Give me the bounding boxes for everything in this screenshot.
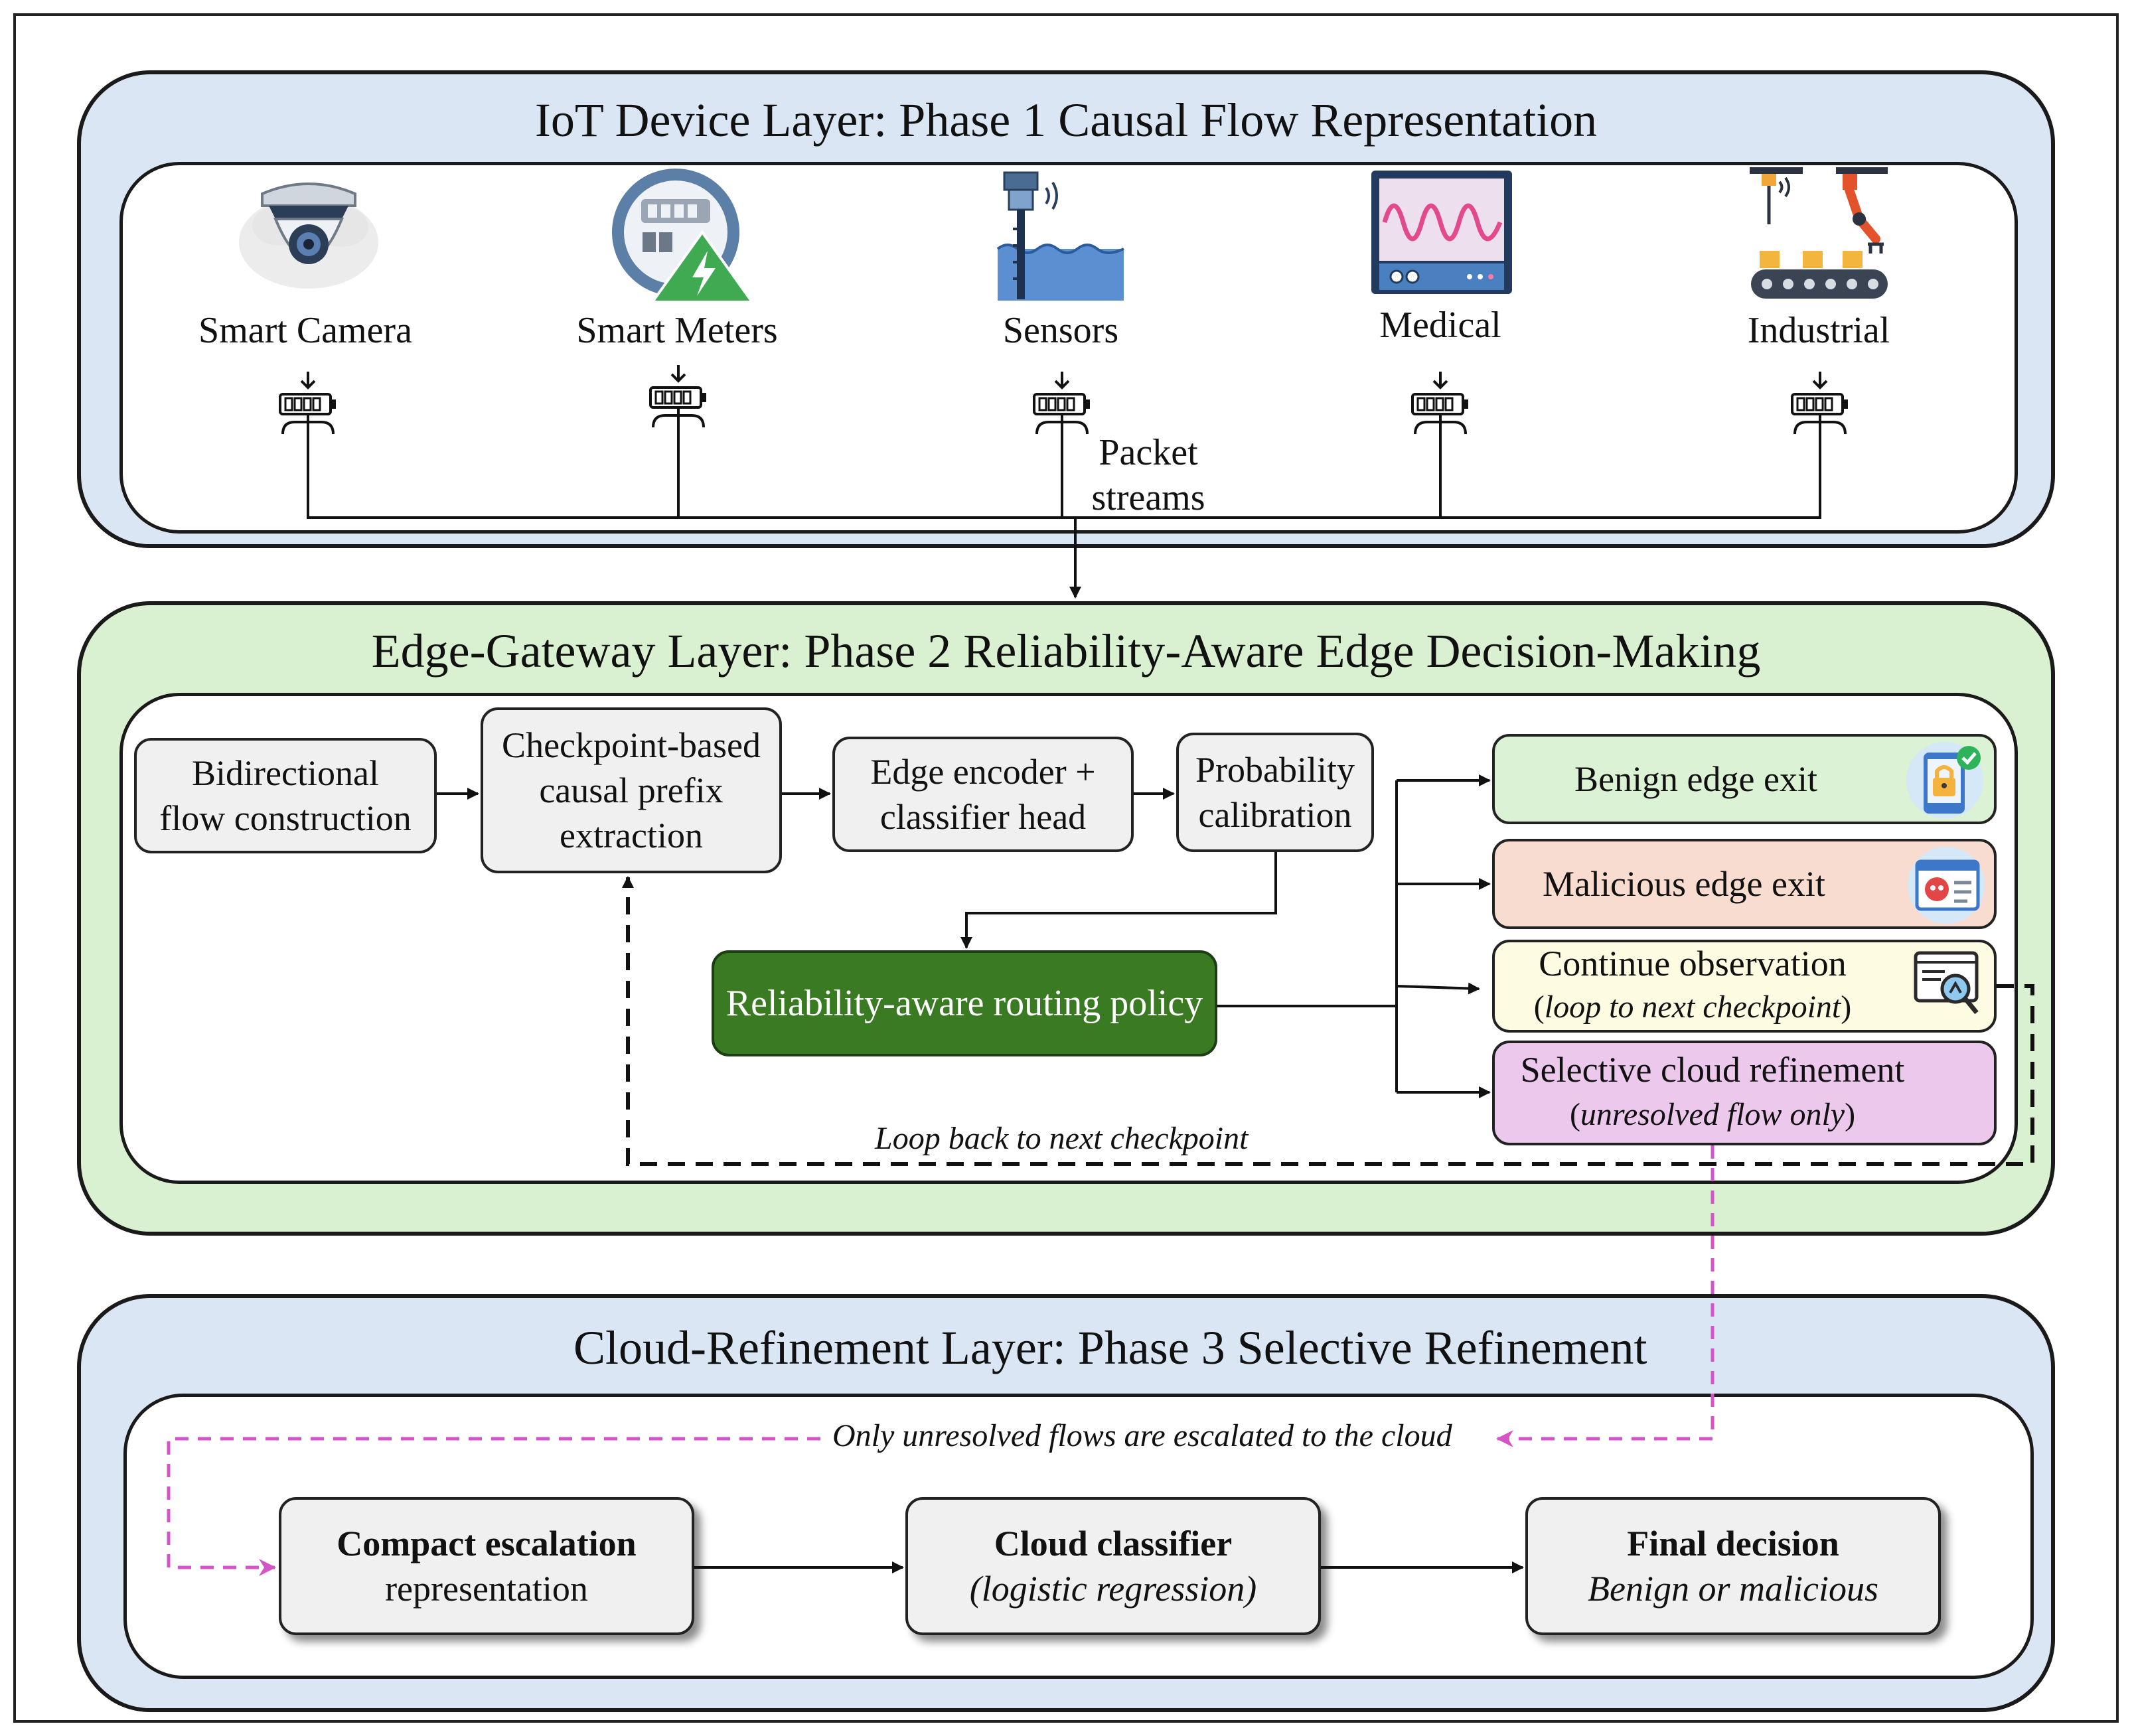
loop-back-arrow [622,876,2034,1166]
escalation-entry-arrow [167,1437,820,1576]
connector-layer [167,427,2034,1576]
escalation-arrow [1496,1145,1714,1447]
packet-stream-lines [307,427,1821,599]
edge-flow-arrows [437,774,1491,1098]
